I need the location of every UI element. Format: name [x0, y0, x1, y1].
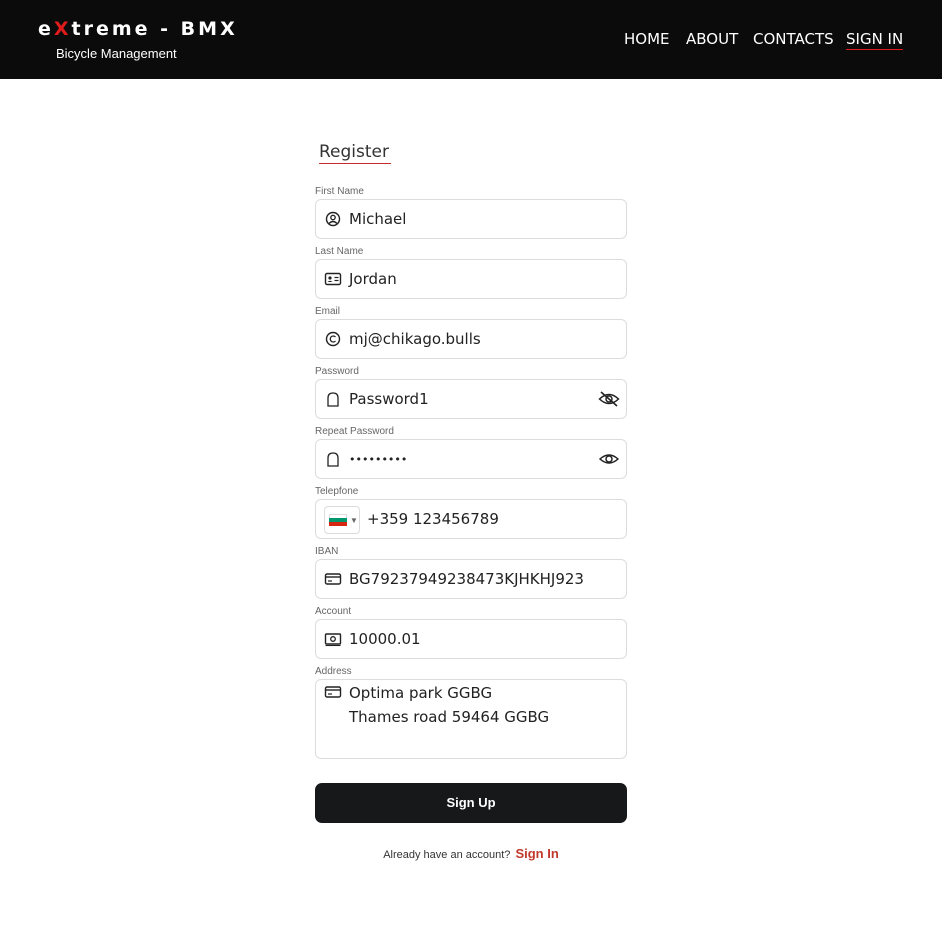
last-name-value: Jordan [349, 270, 397, 288]
first-name-field[interactable]: Michael [315, 199, 627, 239]
logo-text-prefix: e [38, 18, 54, 40]
credit-card-icon [324, 573, 342, 585]
user-circle-icon [325, 211, 341, 227]
repeat-password-label: Repeat Password [315, 426, 394, 437]
repeat-password-field[interactable]: ••••••••• [315, 439, 627, 479]
eye-icon[interactable] [598, 450, 620, 468]
nav-home[interactable]: HOME [624, 30, 670, 48]
repeat-password-value: ••••••••• [349, 453, 408, 466]
address-line-2: Thames road 59464 GGBG [349, 708, 550, 726]
sign-in-prompt: Already have an account? Sign In [315, 846, 627, 861]
password-label: Password [315, 366, 359, 377]
nav-about[interactable]: ABOUT [686, 30, 738, 48]
sign-in-link[interactable]: Sign In [515, 846, 558, 861]
chevron-down-icon: ▼ [350, 516, 358, 525]
money-bill-icon [324, 633, 342, 647]
iban-label: IBAN [315, 546, 339, 557]
id-card-icon [324, 272, 342, 286]
address-label: Address [315, 666, 352, 677]
iban-value: BG79237949238473KJHKHJ923 [349, 570, 584, 588]
nav-sign-in[interactable]: SIGN IN [846, 30, 904, 50]
account-field[interactable]: 10000.01 [315, 619, 627, 659]
lock-icon [327, 452, 339, 467]
address-line-1: Optima park GGBG [349, 684, 493, 702]
credit-card-icon [324, 686, 342, 698]
password-field[interactable]: Password1 [315, 379, 627, 419]
first-name-label: First Name [315, 186, 364, 197]
at-sign-icon [325, 331, 341, 347]
first-name-value: Michael [349, 210, 407, 228]
sign-in-prompt-text: Already have an account? [383, 849, 511, 861]
account-value: 10000.01 [349, 630, 421, 648]
sign-up-button[interactable]: Sign Up [315, 783, 627, 823]
top-navbar: eXtreme - BMX Bicycle Management HOME AB… [0, 0, 942, 79]
iban-field[interactable]: BG79237949238473KJHKHJ923 [315, 559, 627, 599]
telephone-field[interactable]: ▼ +359 123456789 [315, 499, 627, 539]
address-textarea[interactable]: Optima park GGBG Thames road 59464 GGBG [315, 679, 627, 759]
eye-slash-icon[interactable] [598, 390, 620, 408]
email-field[interactable]: mj@chikago.bulls [315, 319, 627, 359]
page-title: Register [319, 142, 391, 164]
account-label: Account [315, 606, 352, 617]
logo-text-rest: treme - BMX [71, 18, 238, 40]
email-label: Email [315, 306, 341, 317]
telephone-value: +359 123456789 [367, 510, 499, 528]
brand-subtitle: Bicycle Management [56, 46, 177, 61]
country-selector[interactable]: ▼ [324, 506, 360, 534]
nav-contacts[interactable]: CONTACTS [753, 30, 834, 48]
bulgaria-flag-icon [329, 514, 347, 526]
logo-x-letter: X [53, 18, 72, 40]
last-name-field[interactable]: Jordan [315, 259, 627, 299]
last-name-label: Last Name [315, 246, 364, 257]
lock-icon [327, 392, 339, 407]
telephone-label: Telepfone [315, 486, 359, 497]
brand-logo[interactable]: eXtreme - BMX [38, 18, 238, 40]
email-value: mj@chikago.bulls [349, 330, 481, 348]
password-value: Password1 [349, 390, 429, 408]
